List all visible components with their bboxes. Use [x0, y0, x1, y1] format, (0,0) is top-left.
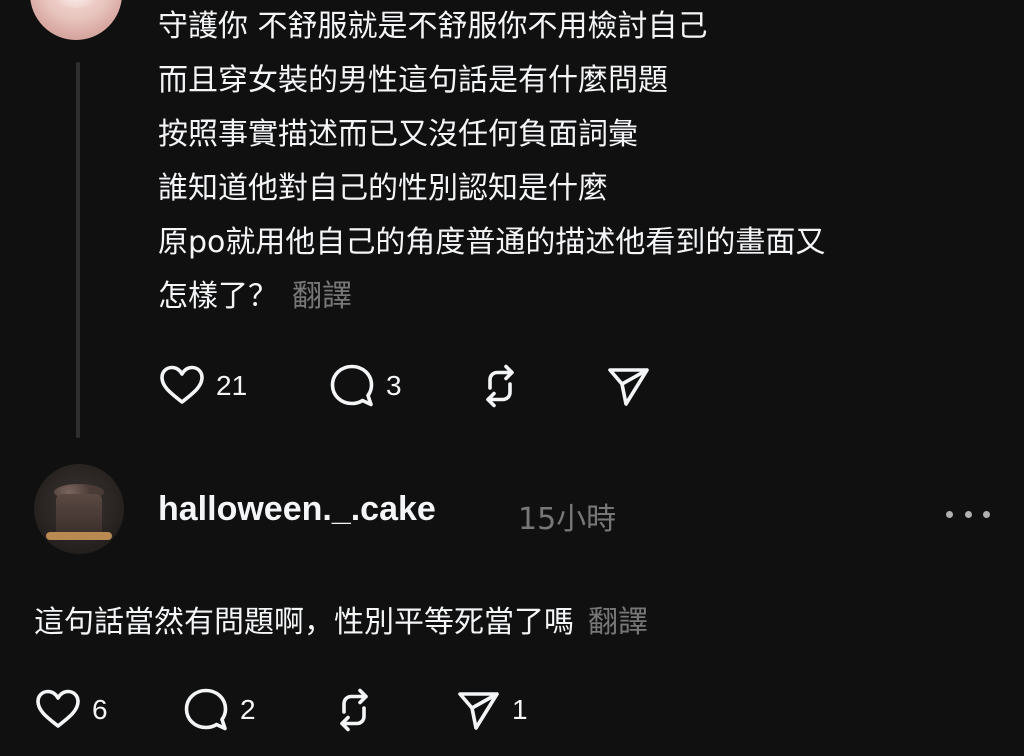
post-text: 這句話當然有問題啊，性別平等死當了嗎 翻譯: [34, 596, 648, 650]
like-count: 21: [216, 370, 248, 401]
like-count: 6: [92, 694, 108, 725]
speech-bubble-icon: [184, 688, 228, 731]
post-text-line: 守護你 不舒服就是不舒服你不用檢討自己: [158, 9, 708, 44]
share-button[interactable]: 1: [454, 686, 528, 734]
post-text-line: 原po就用他自己的角度普通的描述他看到的畫面又: [158, 225, 826, 260]
post-text-line: 按照事實描述而已又沒任何負面詞彙: [158, 117, 638, 152]
post-text-line: 而且穿女裝的男性這句話是有什麼問題: [158, 63, 668, 98]
thread-connector-line: [76, 62, 80, 438]
repost-icon: [340, 688, 368, 732]
username[interactable]: halloween._.cake: [158, 490, 436, 529]
share-button[interactable]: [604, 362, 652, 410]
more-dots-icon: [983, 510, 990, 518]
avatar[interactable]: [30, 0, 122, 40]
heart-icon: [36, 689, 80, 728]
cake-image-body: [56, 494, 102, 534]
repost-icon: [486, 364, 514, 408]
more-options-button[interactable]: [946, 500, 990, 528]
repost-button[interactable]: [330, 686, 378, 734]
reply-count: 3: [386, 370, 402, 401]
post-text-line: 這句話當然有問題啊，性別平等死當了嗎: [34, 605, 574, 640]
more-dots-icon: [946, 510, 953, 518]
like-button[interactable]: 6: [34, 686, 108, 734]
translate-link[interactable]: 翻譯: [588, 605, 648, 640]
send-icon: [608, 368, 649, 406]
reply-button[interactable]: 2: [182, 686, 256, 734]
timestamp: 15小時: [518, 502, 617, 537]
post-text-last-line: 怎樣了？ 翻譯: [158, 270, 1008, 324]
avatar[interactable]: [34, 464, 124, 554]
repost-button[interactable]: [476, 362, 524, 410]
share-count: 1: [512, 694, 528, 725]
like-button[interactable]: 21: [158, 362, 247, 410]
post-text-line: 怎樣了？: [158, 279, 278, 314]
heart-icon: [160, 365, 204, 404]
post-text-line: 誰知道他對自己的性別認知是什麼: [158, 171, 608, 206]
more-dots-icon: [964, 510, 972, 518]
translate-link[interactable]: 翻譯: [292, 279, 352, 314]
speech-bubble-icon: [330, 364, 374, 407]
cake-image-plate: [46, 532, 112, 540]
reply-count: 2: [240, 694, 256, 725]
reply-button[interactable]: 3: [328, 362, 402, 410]
send-icon: [458, 692, 499, 730]
post-text: 守護你 不舒服就是不舒服你不用檢討自己 而且穿女裝的男性這句話是有什麼問題 按照…: [158, 0, 1008, 324]
